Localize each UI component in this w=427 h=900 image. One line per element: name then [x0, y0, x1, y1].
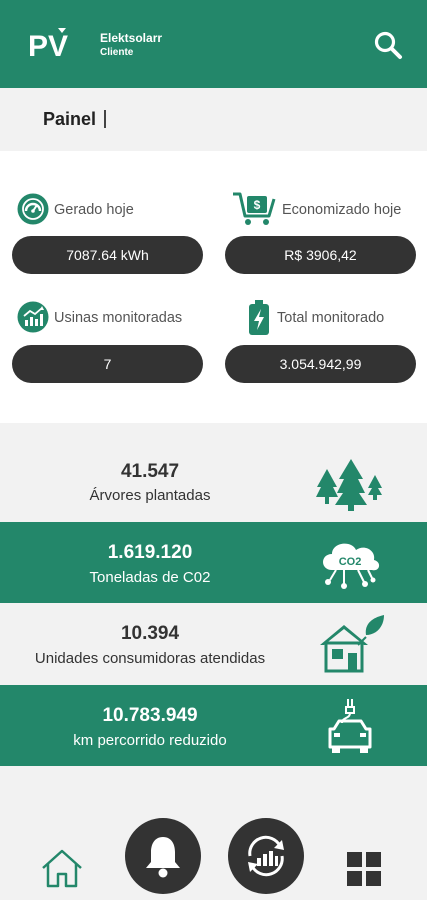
app-header: PV Elektsolarr Cliente: [0, 0, 427, 88]
saved-today-label: Economizado hoje: [282, 202, 402, 218]
generated-today-label: Gerado hoje: [54, 202, 134, 218]
co2-value: 1.619.120: [107, 542, 193, 563]
saved-today-value: R$ 3906,42: [225, 236, 416, 274]
impact-units-row: 10.394 Unidades consumidoras atendidas: [0, 603, 427, 684]
units-label: Unidades consumidoras atendidas: [34, 650, 266, 667]
trees-value: 41.547: [120, 461, 180, 482]
trees-icon: [316, 459, 382, 511]
electric-car-icon: [328, 699, 372, 753]
battery-charge-icon: [249, 300, 269, 335]
page-title: Painel: [43, 109, 97, 129]
shopping-cart-money-icon: $: [233, 192, 276, 225]
plants-monitored-value: 7: [12, 345, 203, 383]
brand-subtitle: Cliente: [100, 47, 134, 58]
svg-text:CO2: CO2: [339, 556, 362, 568]
impact-trees-row: 41.547 Árvores plantadas: [0, 441, 427, 522]
brand-name: Elektsolarr: [100, 31, 163, 45]
co2-label: Toneladas de C02: [89, 569, 211, 586]
km-label: km percorrido reduzido: [73, 732, 227, 749]
eco-house-icon: [320, 615, 384, 673]
text-cursor: [104, 110, 106, 128]
grid-menu-icon[interactable]: [345, 850, 383, 888]
generated-today-value: 7087.64 kWh: [12, 236, 203, 274]
chart-growth-icon: [17, 301, 49, 333]
gauge-icon: [17, 193, 49, 225]
impact-km-row: 10.783.949 km percorrido reduzido: [0, 685, 427, 766]
brand-logo: PV: [28, 28, 68, 62]
bell-icon: [146, 837, 180, 878]
search-icon[interactable]: [372, 29, 404, 61]
total-monitored-value: 3.054.942,99: [225, 345, 416, 383]
units-value: 10.394: [120, 623, 180, 644]
monitoring-button[interactable]: [228, 818, 304, 894]
monitoring-refresh-icon: [248, 835, 284, 877]
svg-text:$: $: [254, 198, 261, 212]
notifications-button[interactable]: [125, 818, 201, 894]
impact-co2-row: 1.619.120 Toneladas de C02 CO2: [0, 522, 427, 603]
total-monitored-label: Total monitorado: [277, 310, 385, 326]
trees-label: Árvores plantadas: [89, 487, 211, 504]
co2-cloud-icon: CO2: [323, 543, 380, 589]
home-icon[interactable]: [40, 846, 84, 890]
km-value: 10.783.949: [102, 705, 198, 726]
plants-monitored-label: Usinas monitoradas: [54, 310, 183, 326]
